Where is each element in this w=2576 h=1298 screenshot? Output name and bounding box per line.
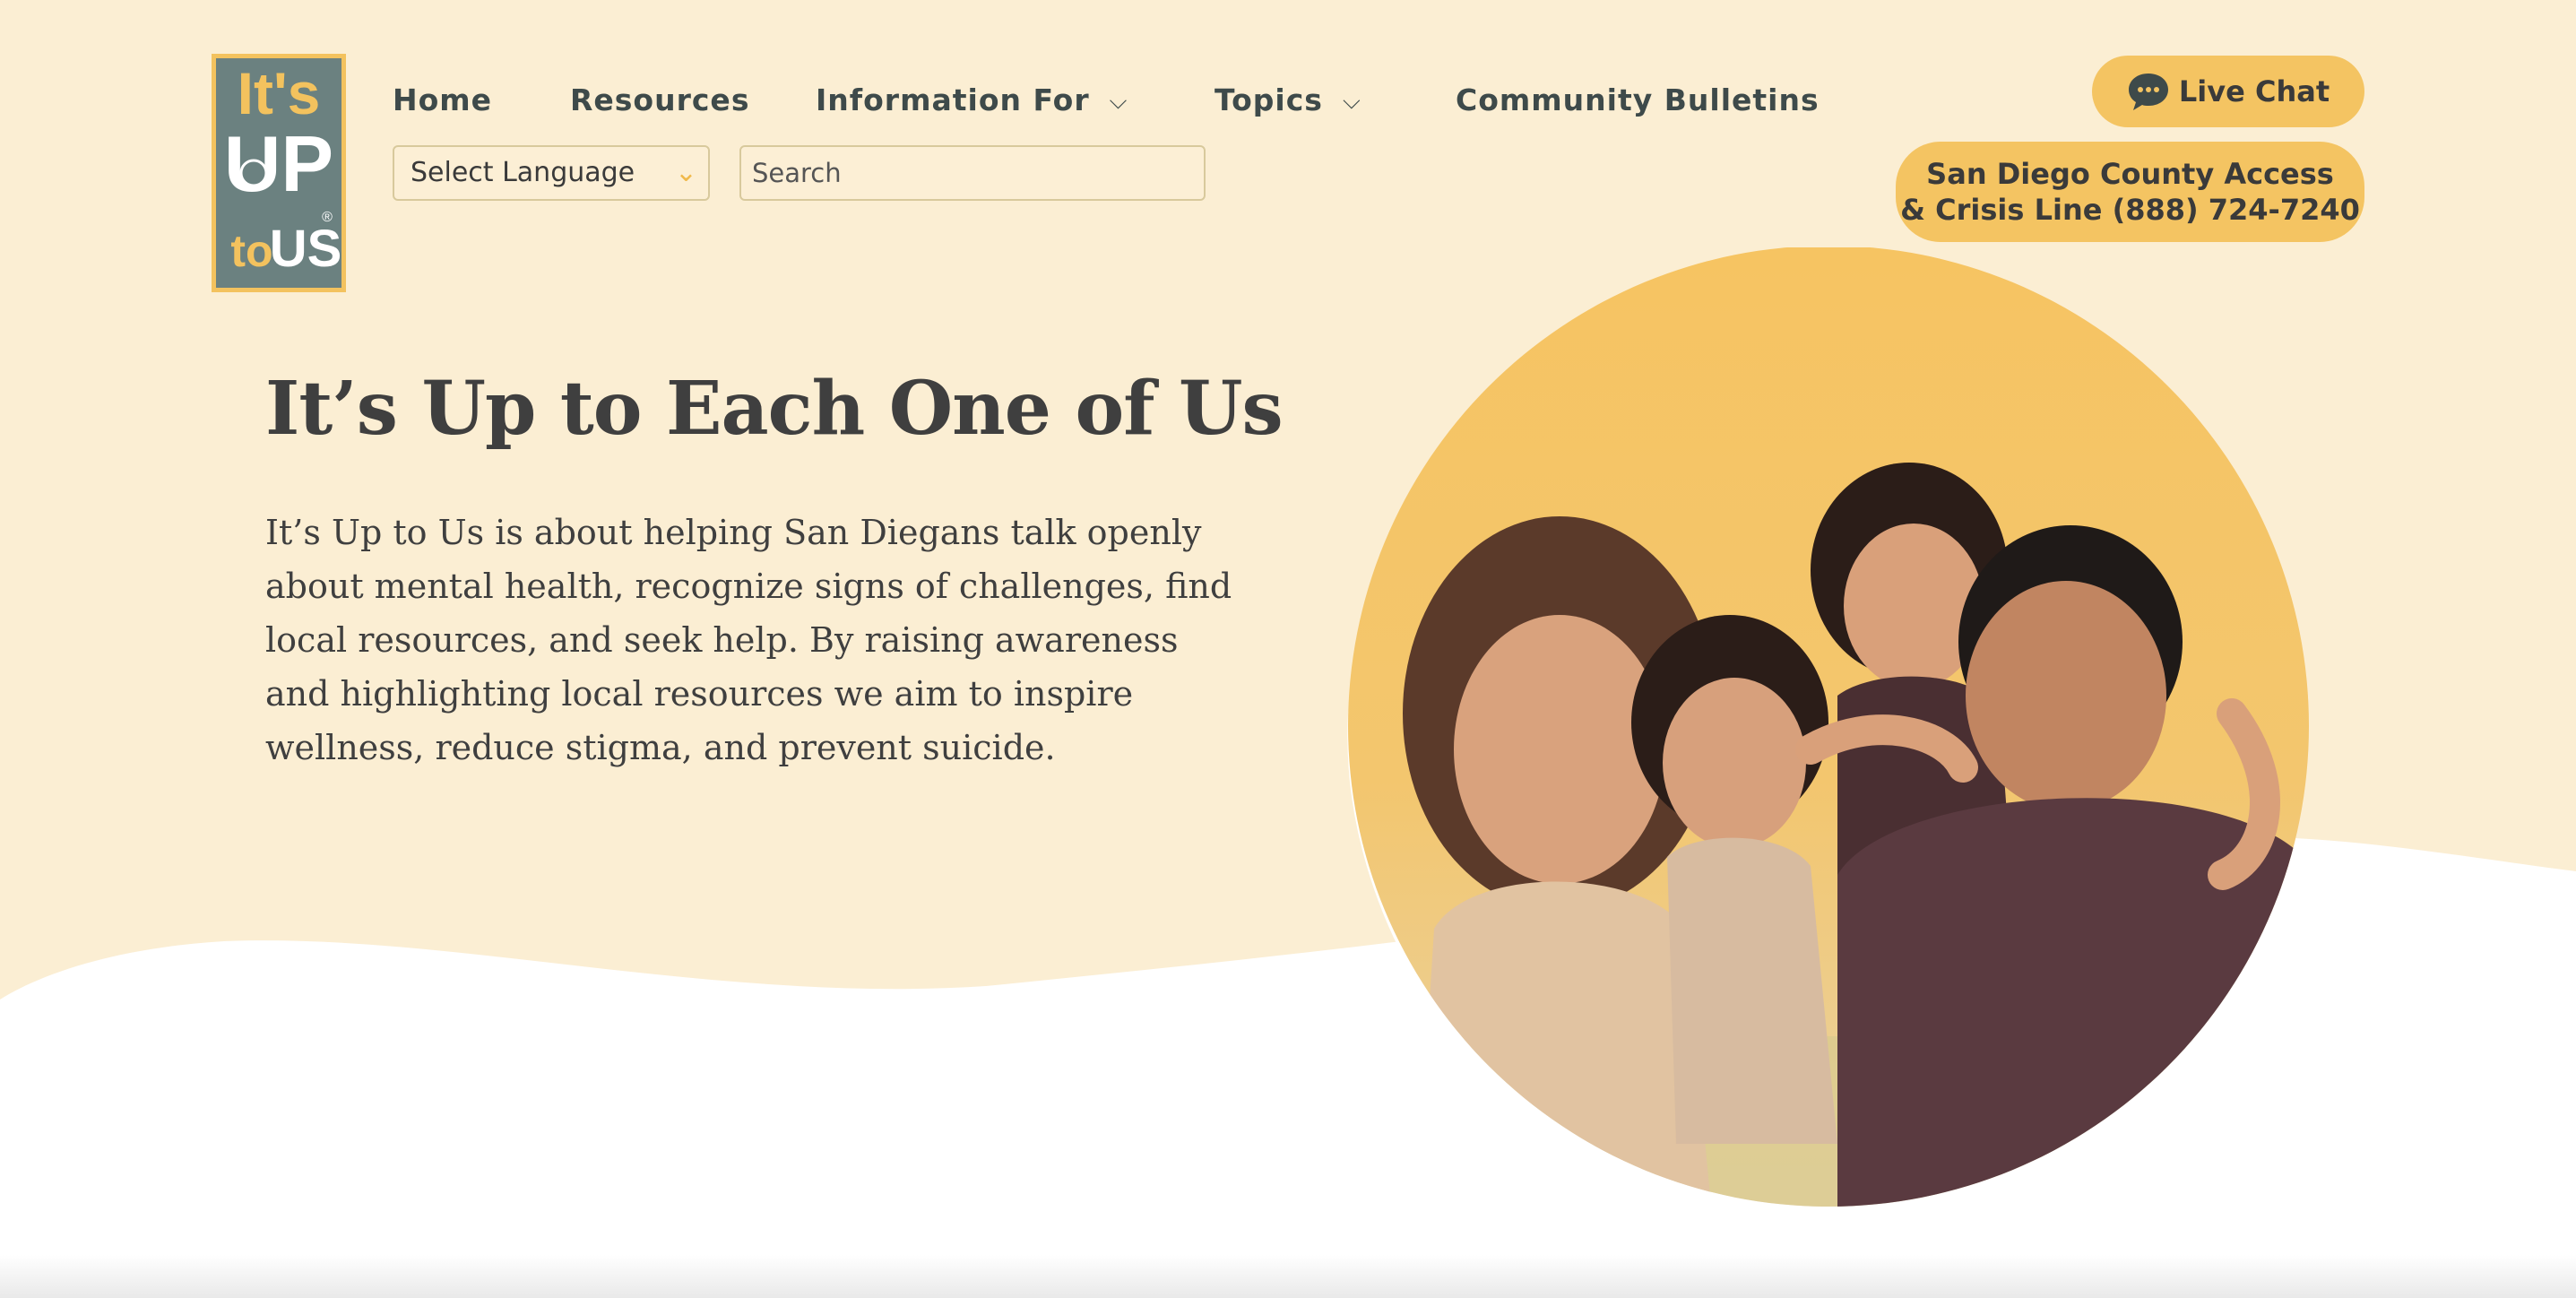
live-chat-button[interactable]: Live Chat <box>2092 56 2364 127</box>
language-select-label: Select Language <box>411 157 635 188</box>
hero-title: It’s Up to Each One of Us <box>265 366 1284 452</box>
nav-information-for-label: Information For <box>816 82 1090 117</box>
chat-bubble-icon <box>2128 74 2168 110</box>
crisis-line-line2: & Crisis Line (888) 724-7240 <box>1900 193 2360 227</box>
crisis-line-line1: San Diego County Access <box>1926 157 2334 191</box>
page-bottom-shadow <box>0 1255 2576 1298</box>
hero-body: It’s Up to Us is about helping San Diega… <box>265 513 1232 767</box>
nav-home[interactable]: Home <box>393 82 492 117</box>
search-input[interactable] <box>739 145 1206 201</box>
logo-text-its: It's <box>238 60 321 126</box>
nav-topics[interactable]: Topics ⌵ <box>1215 82 1361 117</box>
logo-text-up: UP <box>224 119 333 208</box>
logo-hands-icon <box>239 159 268 187</box>
logo-text-to: to <box>230 226 272 276</box>
logo-mark: It's UP to US ® <box>224 60 341 278</box>
language-select[interactable]: Select Language ⌄ <box>393 145 710 201</box>
crisis-line-button[interactable]: San Diego County Access & Crisis Line (8… <box>1896 142 2364 242</box>
site-logo[interactable]: It's UP to US ® <box>212 54 346 292</box>
chevron-down-icon: ⌵ <box>1342 88 1361 115</box>
hero-photo <box>1336 247 2325 1216</box>
nav-resources[interactable]: Resources <box>570 82 749 117</box>
chevron-down-icon: ⌵ <box>1109 88 1128 115</box>
nav-topics-label: Topics <box>1215 82 1323 117</box>
nav-information-for[interactable]: Information For ⌵ <box>816 82 1128 117</box>
nav-community-bulletins[interactable]: Community Bulletins <box>1456 82 1820 117</box>
registered-mark: ® <box>322 210 333 225</box>
live-chat-label: Live Chat <box>2178 74 2330 108</box>
chevron-down-icon: ⌄ <box>674 157 697 188</box>
logo-text-us: US <box>270 220 341 278</box>
